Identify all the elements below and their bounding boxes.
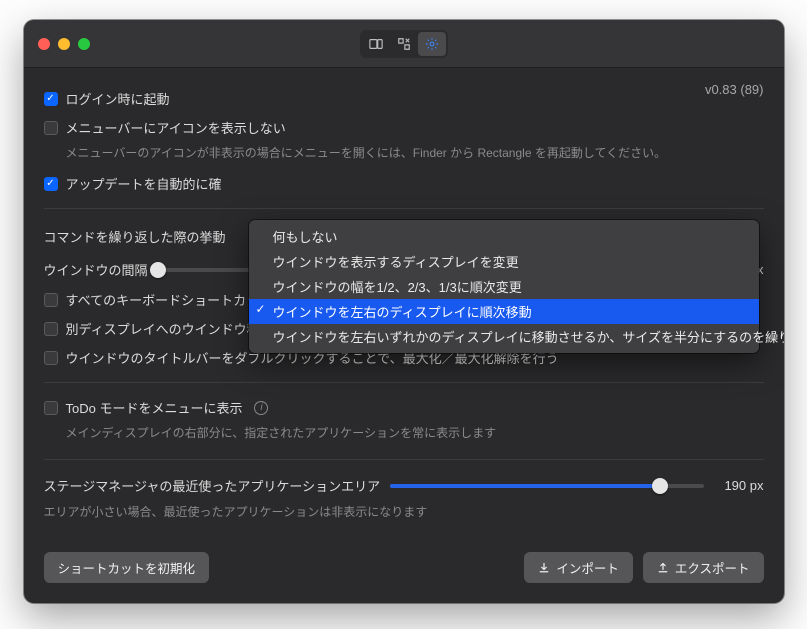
- divider: [44, 459, 764, 460]
- upload-icon: [657, 562, 669, 574]
- download-icon: [538, 562, 550, 574]
- todo-mode-checkbox[interactable]: [44, 401, 58, 415]
- divider: [44, 208, 764, 209]
- minimize-icon[interactable]: [58, 38, 70, 50]
- import-button[interactable]: インポート: [524, 552, 633, 583]
- dropdown-option-cycle-width[interactable]: ウインドウの幅を1/2、2/3、1/3に順次変更: [249, 274, 759, 299]
- stage-manager-slider[interactable]: [390, 484, 703, 488]
- reset-shortcuts-label: ショートカットを初期化: [58, 558, 196, 577]
- hide-menubar-icon-checkbox[interactable]: [44, 121, 58, 135]
- window-gap-label: ウインドウの間隔: [44, 260, 148, 279]
- allow-all-shortcuts-checkbox[interactable]: [44, 293, 58, 307]
- repeat-behavior-dropdown: 何もしない ウインドウを表示するディスプレイを変更 ウインドウの幅を1/2、2/…: [249, 220, 759, 353]
- hide-menubar-icon-label: メニューバーにアイコンを表示しない: [66, 118, 286, 137]
- hide-menubar-note: メニューバーのアイコンが非表示の場合にメニューを開くには、Finder から R…: [44, 142, 764, 169]
- export-label: エクスポート: [675, 558, 750, 577]
- dropdown-option-half-or-move[interactable]: ウインドウを左右いずれかのディスプレイに移動させるか、サイズを半分にするのを繰り…: [249, 324, 759, 349]
- toolbar-tabs: [360, 30, 448, 58]
- dropdown-option-change-display[interactable]: ウインドウを表示するディスプレイを変更: [249, 249, 759, 274]
- tab-snap[interactable]: [390, 32, 418, 56]
- divider: [44, 382, 764, 383]
- dropdown-option-cycle-displays-label: ウインドウを左右のディスプレイに順次移動: [273, 305, 532, 320]
- todo-mode-note: メインディスプレイの右部分に、指定されたアプリケーションを常に表示します: [44, 422, 764, 449]
- repeat-behavior-label: コマンドを繰り返した際の挙動: [44, 227, 226, 246]
- version-label: v0.83 (89): [705, 82, 764, 97]
- dropdown-option-cycle-displays[interactable]: ✓ ウインドウを左右のディスプレイに順次移動: [249, 299, 759, 324]
- export-button[interactable]: エクスポート: [643, 552, 764, 583]
- info-icon[interactable]: i: [254, 401, 268, 415]
- auto-update-checkbox[interactable]: ✓: [44, 177, 58, 191]
- auto-update-label: アップデートを自動的に確: [66, 174, 222, 193]
- check-icon: ✓: [256, 302, 266, 316]
- footer: ショートカットを初期化 インポート エクスポート: [44, 552, 764, 583]
- stage-manager-value: 190 px: [714, 478, 764, 493]
- move-cursor-checkbox[interactable]: [44, 322, 58, 336]
- todo-mode-label: ToDo モードをメニューに表示: [66, 398, 243, 417]
- titlebar: [24, 20, 784, 68]
- close-icon[interactable]: [38, 38, 50, 50]
- tab-settings[interactable]: [418, 32, 446, 56]
- stage-manager-label: ステージマネージャの最近使ったアプリケーションエリア: [44, 476, 381, 495]
- launch-at-login-label: ログイン時に起動: [66, 89, 170, 108]
- launch-at-login-checkbox[interactable]: ✓: [44, 92, 58, 106]
- traffic-lights: [38, 38, 90, 50]
- stage-manager-note: エリアが小さい場合、最近使ったアプリケーションは非表示になります: [44, 501, 764, 528]
- preferences-window: v0.83 (89) ✓ ログイン時に起動 メニューバーにアイコンを表示しない …: [24, 20, 784, 603]
- tab-shortcuts[interactable]: [362, 32, 390, 56]
- zoom-icon[interactable]: [78, 38, 90, 50]
- dblclick-titlebar-checkbox[interactable]: [44, 351, 58, 365]
- reset-shortcuts-button[interactable]: ショートカットを初期化: [44, 552, 210, 583]
- content: v0.83 (89) ✓ ログイン時に起動 メニューバーにアイコンを表示しない …: [24, 68, 784, 603]
- dropdown-option-none[interactable]: 何もしない: [249, 224, 759, 249]
- import-label: インポート: [556, 558, 619, 577]
